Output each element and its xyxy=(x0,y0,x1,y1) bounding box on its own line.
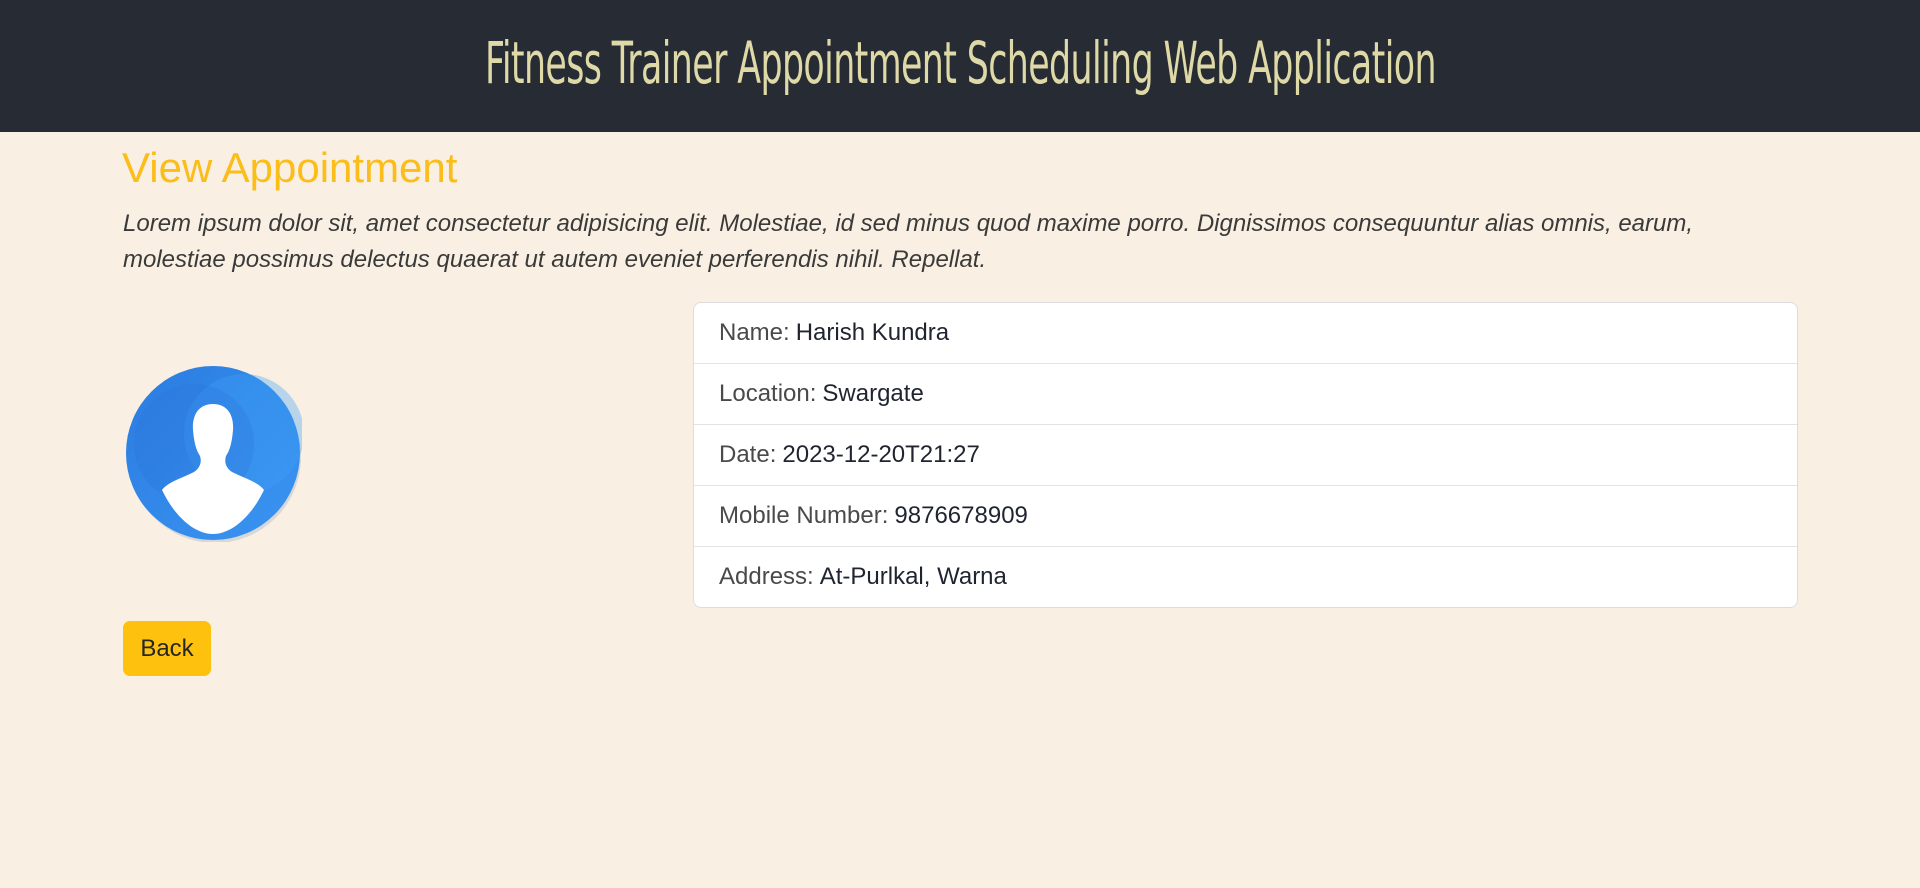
detail-value: 2023-12-20T21:27 xyxy=(782,441,980,468)
appointment-details: Name: Harish Kundra Location: Swargate D… xyxy=(693,302,1798,608)
page-title: View Appointment xyxy=(122,144,458,191)
detail-label: Location: xyxy=(719,380,817,407)
detail-row-mobile: Mobile Number: 9876678909 xyxy=(694,486,1797,547)
detail-value: Harish Kundra xyxy=(795,319,950,346)
app-header: Fitness Trainer Appointment Scheduling W… xyxy=(0,0,1920,132)
detail-row-date: Date: 2023-12-20T21:27 xyxy=(694,425,1797,486)
detail-label: Address: xyxy=(719,563,814,590)
detail-row-name: Name: Harish Kundra xyxy=(694,303,1797,364)
app-title: Fitness Trainer Appointment Scheduling W… xyxy=(484,29,1437,97)
user-avatar xyxy=(124,364,302,542)
detail-label: Mobile Number: xyxy=(719,502,889,529)
user-profile-icon xyxy=(126,366,302,542)
detail-value: 9876678909 xyxy=(894,502,1028,529)
detail-value: At-Purlkal, Warna xyxy=(819,563,1007,590)
detail-value: Swargate xyxy=(822,380,924,407)
detail-row-address: Address: At-Purlkal, Warna xyxy=(694,547,1797,607)
detail-label: Name: xyxy=(719,319,790,346)
detail-label: Date: xyxy=(719,441,777,468)
back-button[interactable]: Back xyxy=(123,621,211,676)
page-description: Lorem ipsum dolor sit, amet consectetur … xyxy=(123,210,1694,273)
detail-row-location: Location: Swargate xyxy=(694,364,1797,425)
